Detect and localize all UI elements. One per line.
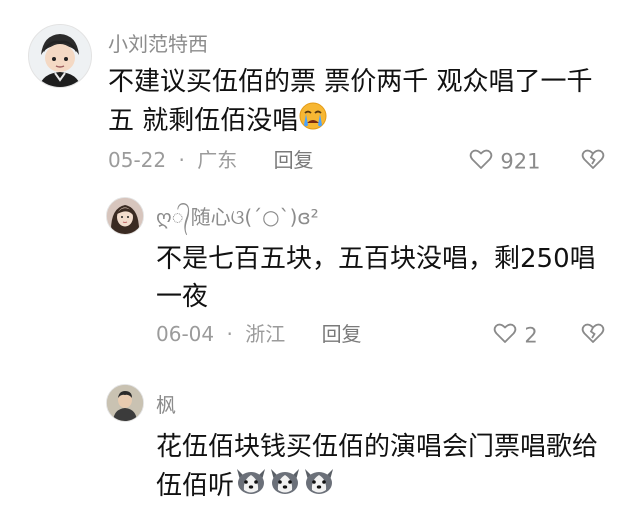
husky-dog-icon (302, 466, 336, 507)
avatar[interactable] (106, 384, 144, 422)
reply-button[interactable]: 回复 (274, 148, 314, 172)
like-count: 2 (524, 323, 538, 348)
broken-heart-icon[interactable] (580, 146, 606, 172)
comment-location: 浙江 (245, 322, 286, 346)
reply-button[interactable]: 回复 (322, 322, 362, 346)
comment-author[interactable]: 小刘范特西 (108, 32, 208, 56)
avatar-girl-icon (107, 198, 143, 234)
avatar-boy-icon (29, 25, 91, 87)
comment-text: 花伍佰块钱买伍佰的演唱会门票唱歌给伍佰听 (156, 428, 616, 507)
broken-heart-icon[interactable] (580, 320, 606, 346)
dislike-button[interactable] (580, 146, 606, 176)
meta-separator: · (226, 322, 233, 346)
heart-icon[interactable] (492, 320, 518, 351)
avatar-person-icon (107, 385, 143, 421)
avatar[interactable] (28, 24, 92, 88)
comment-body: 花伍佰块钱买伍佰的演唱会门票唱歌给伍佰听 (156, 432, 599, 501)
comment-location: 广东 (197, 148, 238, 172)
like-button[interactable]: 2 (492, 320, 538, 351)
crying-face-icon (298, 101, 328, 142)
comment-meta: 05-22 · 广东 回复 (108, 148, 314, 172)
husky-dog-icon (268, 466, 302, 507)
meta-separator: · (178, 148, 185, 172)
heart-icon[interactable] (468, 146, 494, 177)
comment-date: 06-04 (156, 322, 215, 346)
dislike-button[interactable] (580, 320, 606, 350)
comment-author[interactable]: 枫 (156, 393, 176, 417)
avatar[interactable] (106, 197, 144, 235)
comment-date: 05-22 (108, 148, 167, 172)
comment-meta: 06-04 · 浙江 回复 (156, 322, 362, 346)
comment-body: 不是七百五块，五百块没唱，剩250唱一夜 (156, 244, 596, 312)
like-button[interactable]: 921 (468, 146, 540, 177)
comment-author[interactable]: ღ᭄随心ଓ(ˊ○ˋ)ɞ² (156, 205, 319, 229)
comment-body: 不建议买伍佰的票 票价两千 观众唱了一千五 就剩伍佰没唱 (108, 67, 593, 136)
like-count: 921 (500, 149, 541, 174)
husky-dog-icon (234, 466, 268, 507)
comment-text: 不建议买伍佰的票 票价两千 观众唱了一千五 就剩伍佰没唱 (108, 63, 608, 142)
